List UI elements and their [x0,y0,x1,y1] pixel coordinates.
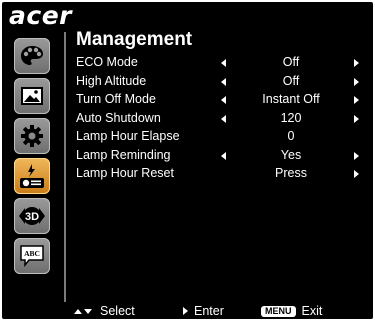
menu-row-label: High Altitude [76,73,147,88]
3d-icon: 3D [18,205,46,227]
menu-row-label: Lamp Reminding [76,147,171,162]
menu-row-label: Lamp Hour Reset [76,166,174,180]
sidebar-divider [64,32,66,302]
osd-panel: acer 3D ABC Management ECO Mode Off High… [2,1,373,319]
right-arrow-icon[interactable] [354,96,359,104]
menu-row-auto-shutdown[interactable]: Auto Shutdown 120 [76,110,366,129]
sidebar-item-3d[interactable]: 3D [14,198,50,234]
image-icon [20,86,44,106]
sidebar-item-image[interactable] [14,78,50,114]
hint-exit: MENU Exit [261,304,322,318]
menu-row-value: 0 [287,129,295,143]
left-arrow-icon[interactable] [221,114,226,123]
right-arrow-icon[interactable] [354,151,359,160]
menu-row-value: Off [282,55,300,69]
menu-row-value: 120 [280,110,302,125]
sidebar-item-language[interactable]: ABC [14,238,50,274]
up-down-arrows-icon [74,308,92,314]
right-arrow-icon [183,307,188,315]
menu-row-label: Lamp Hour Elapse [76,129,180,143]
left-arrow-icon[interactable] [221,96,226,104]
right-arrow-icon[interactable] [354,170,359,178]
right-arrow-icon[interactable] [354,77,359,86]
settings-menu: ECO Mode Off High Altitude Off Turn Off … [76,54,366,184]
left-arrow-icon[interactable] [221,59,226,67]
menu-row-high-altitude[interactable]: High Altitude Off [76,73,366,92]
projector-osd: acer 3D ABC Management ECO Mode Off High… [0,0,375,321]
hint-exit-label: Exit [301,304,323,318]
menu-row-eco-mode[interactable]: ECO Mode Off [76,54,366,73]
palette-icon [20,45,44,67]
right-arrow-icon[interactable] [354,59,359,67]
menu-row-label: Turn Off Mode [76,92,156,106]
sidebar-item-setting[interactable] [14,118,50,154]
menu-row-label: ECO Mode [76,55,138,69]
menu-row-label: Auto Shutdown [76,110,161,125]
footer-hint-bar: Select Enter MENU Exit [2,302,373,319]
svg-text:ABC: ABC [24,249,40,258]
hint-select-label: Select [100,304,135,318]
hint-select: Select [74,304,135,318]
sidebar-item-management[interactable] [14,158,50,194]
hint-enter-label: Enter [194,304,224,318]
left-arrow-icon[interactable] [221,151,226,160]
menu-row-lamp-reminding[interactable]: Lamp Reminding Yes [76,147,366,166]
menu-row-value: Press [275,166,307,180]
sidebar-item-color[interactable] [14,38,50,74]
menu-key-icon: MENU [261,305,296,317]
menu-row-turn-off-mode[interactable]: Turn Off Mode Instant Off [76,91,366,110]
menu-row-lamp-hour-reset[interactable]: Lamp Hour Reset Press [76,165,366,184]
page-title: Management [76,29,193,50]
menu-row-value: Yes [280,147,302,162]
svg-text:3D: 3D [25,211,39,223]
right-arrow-icon[interactable] [354,114,359,123]
language-icon: ABC [19,244,45,268]
left-arrow-icon[interactable] [221,77,226,86]
menu-row-value: Off [282,73,300,88]
hint-enter: Enter [183,304,224,318]
acer-logo: acer [9,1,72,30]
management-icon [19,163,45,189]
menu-row-lamp-hour-elapse: Lamp Hour Elapse 0 [76,128,366,147]
menu-row-value: Instant Off [262,92,320,106]
gear-icon [20,124,44,148]
